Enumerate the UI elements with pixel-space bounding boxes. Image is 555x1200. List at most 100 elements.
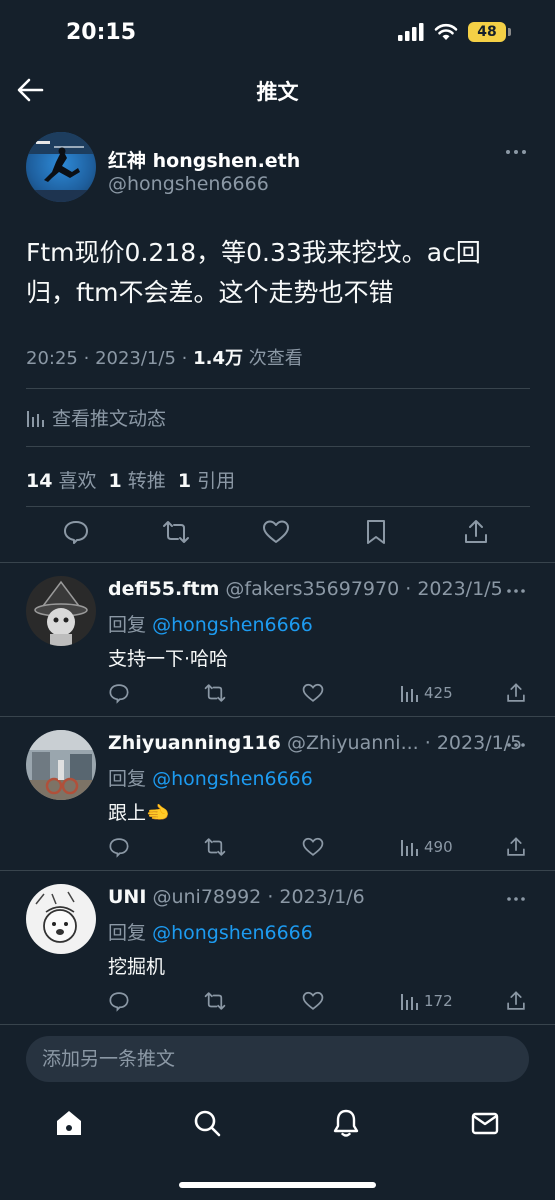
cellular-signal-icon bbox=[398, 23, 424, 41]
view-tweet-analytics[interactable]: 查看推文动态 bbox=[26, 404, 166, 431]
more-dots-icon bbox=[506, 150, 526, 154]
page-title: 推文 bbox=[256, 80, 299, 104]
quotes-stat[interactable]: 1 引用 bbox=[178, 470, 235, 492]
tweet-stats: 14 喜欢 1 转推 1 引用 bbox=[26, 466, 235, 493]
analytics-bar-icon bbox=[401, 840, 418, 856]
retweet-button[interactable] bbox=[204, 682, 228, 706]
avatar[interactable] bbox=[26, 576, 96, 646]
tweet-time: 20:25 bbox=[26, 348, 78, 369]
status-icons: 48 bbox=[398, 22, 511, 42]
divider bbox=[26, 388, 530, 389]
tweet-action-bar bbox=[0, 518, 555, 552]
divider bbox=[26, 446, 530, 447]
share-icon bbox=[507, 837, 525, 856]
share-button[interactable] bbox=[505, 836, 529, 860]
mention-link[interactable]: @hongshen6666 bbox=[152, 614, 313, 636]
search-icon bbox=[194, 1110, 221, 1137]
retweet-button[interactable] bbox=[162, 518, 192, 548]
like-button[interactable] bbox=[302, 682, 326, 706]
view-count: 172 bbox=[424, 992, 453, 1010]
share-icon bbox=[507, 991, 525, 1010]
more-dots-icon bbox=[507, 743, 525, 747]
divider bbox=[0, 562, 555, 563]
analytics-bar-icon bbox=[401, 686, 418, 702]
replying-to: 回复 @hongshen6666 bbox=[108, 768, 313, 790]
status-time: 20:15 bbox=[66, 20, 137, 45]
mention-link[interactable]: @hongshen6666 bbox=[152, 922, 313, 944]
tweet-meta: 20:25 · 2023/1/5 · 1.4万 次查看 bbox=[26, 348, 303, 369]
reply-date: 2023/1/6 bbox=[279, 886, 365, 908]
retweet-icon bbox=[163, 521, 189, 543]
reply-button[interactable] bbox=[108, 990, 132, 1014]
analytics-bar-icon bbox=[27, 410, 44, 427]
reply-text: 跟上🫲 bbox=[108, 802, 170, 824]
bottom-nav bbox=[0, 1094, 555, 1154]
likes-stat[interactable]: 14 喜欢 bbox=[26, 470, 97, 492]
nav-search[interactable] bbox=[192, 1108, 222, 1138]
reply-button[interactable] bbox=[108, 836, 132, 860]
avatar[interactable] bbox=[26, 132, 96, 202]
reply-author-name[interactable]: defi55.ftm bbox=[108, 578, 219, 600]
nav-messages[interactable] bbox=[470, 1108, 500, 1138]
nav-home[interactable] bbox=[54, 1108, 84, 1138]
like-icon bbox=[263, 520, 289, 543]
reply-icon bbox=[109, 992, 129, 1012]
reply-header: defi55.ftm @fakers35697970 · 2023/1/5 bbox=[108, 578, 503, 600]
more-options-button[interactable] bbox=[506, 740, 526, 750]
view-count-button[interactable]: 172 bbox=[400, 992, 453, 1010]
add-tweet-input[interactable] bbox=[26, 1036, 529, 1082]
reply-text: 挖掘机 bbox=[108, 956, 166, 978]
nav-notifications[interactable] bbox=[331, 1108, 361, 1138]
like-icon bbox=[302, 837, 324, 856]
retweet-button[interactable] bbox=[204, 990, 228, 1014]
analytics-label: 查看推文动态 bbox=[52, 408, 167, 430]
reply-button[interactable] bbox=[62, 518, 92, 548]
like-button[interactable] bbox=[302, 990, 326, 1014]
view-count-button[interactable]: 490 bbox=[400, 838, 453, 856]
more-dots-icon bbox=[507, 589, 525, 593]
retweet-button[interactable] bbox=[204, 836, 228, 860]
more-options-button[interactable] bbox=[504, 146, 528, 158]
like-icon bbox=[302, 991, 324, 1010]
share-button[interactable] bbox=[505, 682, 529, 706]
more-options-button[interactable] bbox=[506, 586, 526, 596]
more-options-button[interactable] bbox=[506, 894, 526, 904]
retweet-icon bbox=[204, 684, 226, 702]
divider bbox=[0, 716, 555, 717]
like-button[interactable] bbox=[262, 518, 292, 548]
tweet-text: Ftm现价0.218，等0.33我来挖坟。ac回归，ftm不会差。这个走势也不错 bbox=[26, 238, 481, 307]
tweet-date[interactable]: 2023/1/5 bbox=[95, 348, 176, 369]
reply-action-bar: 172 bbox=[0, 990, 555, 1014]
reply-button[interactable] bbox=[108, 682, 132, 706]
avatar[interactable] bbox=[26, 884, 96, 954]
messages-envelope-icon bbox=[471, 1112, 499, 1135]
mention-link[interactable]: @hongshen6666 bbox=[152, 768, 313, 790]
share-icon bbox=[465, 520, 487, 543]
reply-author-handle[interactable]: @uni78992 bbox=[152, 886, 261, 908]
author-handle[interactable]: @hongshen6666 bbox=[108, 173, 269, 195]
divider bbox=[0, 870, 555, 871]
retweet-icon bbox=[204, 992, 226, 1010]
avatar[interactable] bbox=[26, 730, 96, 800]
more-dots-icon bbox=[507, 897, 525, 901]
view-count-button[interactable]: 425 bbox=[400, 684, 453, 702]
like-icon bbox=[302, 683, 324, 702]
reply-author-handle[interactable]: @Zhiyuanni... bbox=[287, 732, 419, 754]
analytics-bar-icon bbox=[401, 994, 418, 1010]
reply-icon bbox=[109, 684, 129, 704]
share-button[interactable] bbox=[462, 518, 492, 548]
share-button[interactable] bbox=[505, 990, 529, 1014]
replying-to: 回复 @hongshen6666 bbox=[108, 614, 313, 636]
header: 推文 bbox=[0, 64, 555, 116]
reply-author-handle[interactable]: @fakers35697970 bbox=[225, 578, 399, 600]
reply-action-bar: 425 bbox=[0, 682, 555, 706]
reply-author-name[interactable]: Zhiyuanning116 bbox=[108, 732, 281, 754]
divider bbox=[0, 1024, 555, 1025]
retweet-icon bbox=[204, 838, 226, 856]
retweets-stat[interactable]: 1 转推 bbox=[109, 470, 166, 492]
home-indicator[interactable] bbox=[179, 1182, 376, 1188]
bookmark-button[interactable] bbox=[362, 518, 392, 548]
author-name[interactable]: 红神 hongshen.eth bbox=[108, 146, 300, 173]
like-button[interactable] bbox=[302, 836, 326, 860]
reply-author-name[interactable]: UNI bbox=[108, 886, 146, 908]
